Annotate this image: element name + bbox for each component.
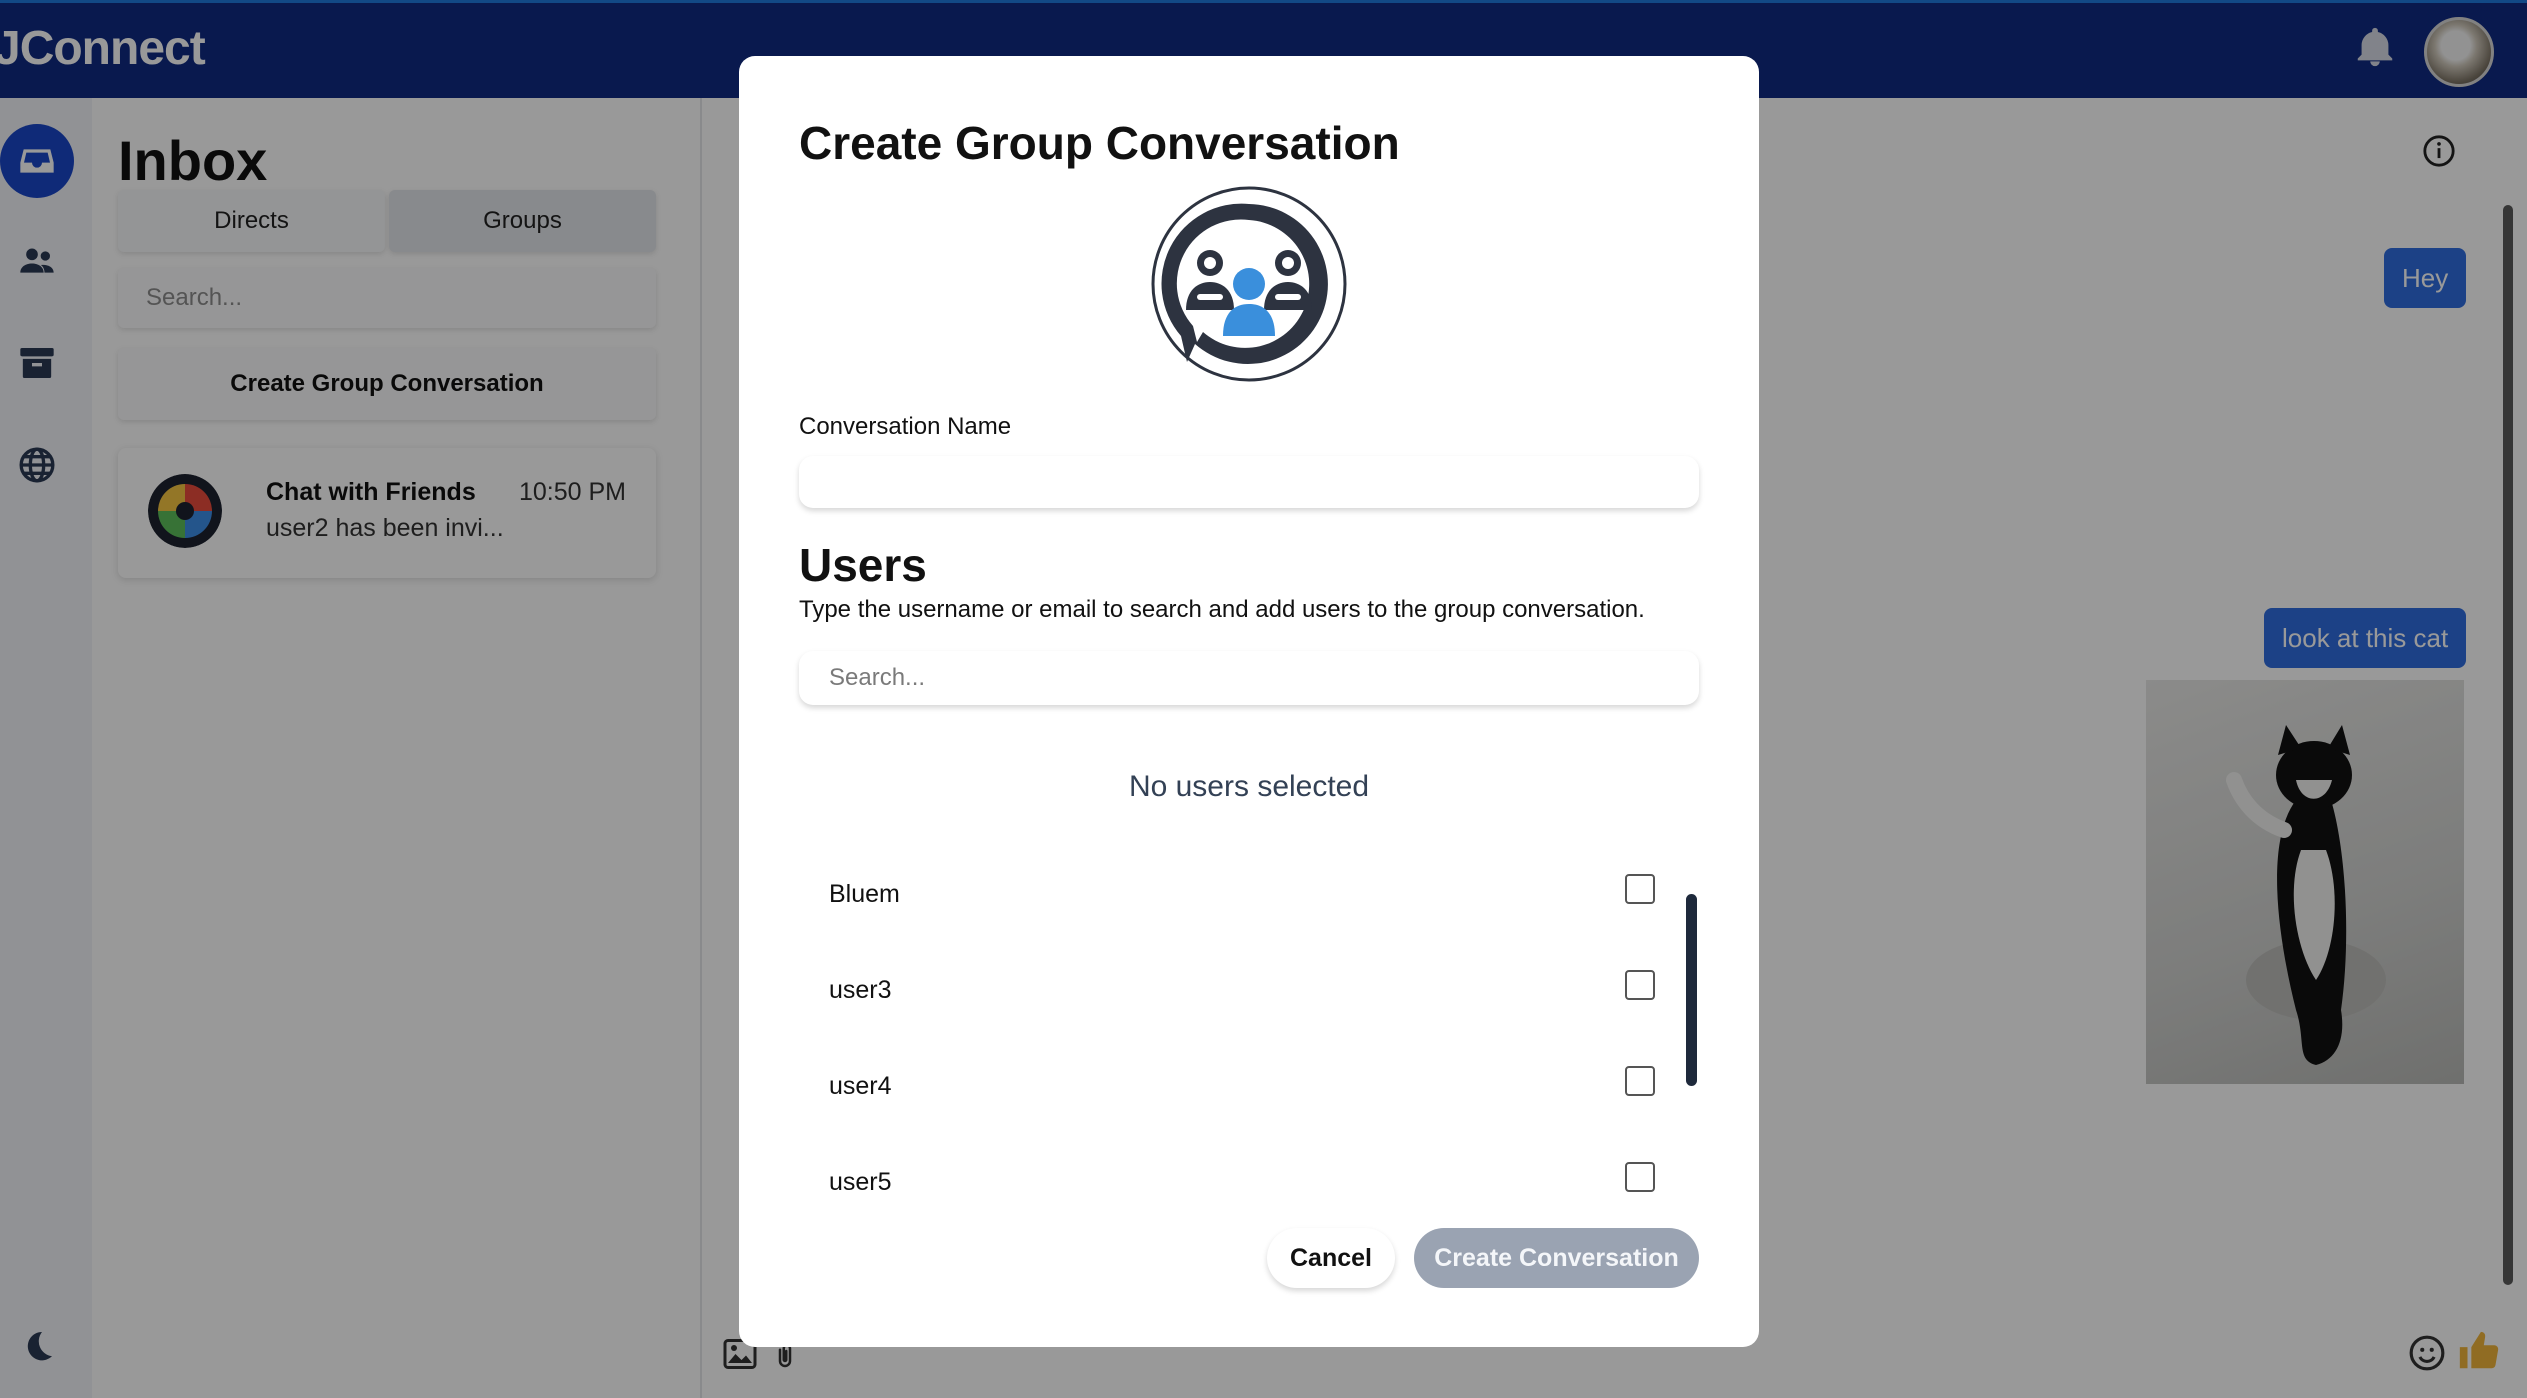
- users-heading: Users: [799, 539, 927, 591]
- conversation-name-label: Conversation Name: [799, 413, 1012, 440]
- user-list: Bluem user3 user4 user5: [799, 846, 1699, 1266]
- group-conversation-icon: [1151, 186, 1347, 382]
- create-conversation-button[interactable]: Create Conversation: [1414, 1228, 1699, 1288]
- user-list-scrollbar[interactable]: [1686, 894, 1697, 1086]
- table-row[interactable]: user4: [799, 1038, 1679, 1134]
- table-row[interactable]: user5: [799, 1134, 1679, 1230]
- user-name: Bluem: [829, 880, 900, 908]
- user-checkbox[interactable]: [1625, 874, 1655, 904]
- conversation-name-input[interactable]: [799, 456, 1699, 508]
- modal-title: Create Group Conversation: [799, 117, 1400, 169]
- user-search-input[interactable]: [799, 651, 1699, 705]
- user-name: user5: [829, 1168, 892, 1196]
- user-checkbox[interactable]: [1625, 1066, 1655, 1096]
- user-checkbox[interactable]: [1625, 1162, 1655, 1192]
- user-name: user3: [829, 976, 892, 1004]
- table-row[interactable]: Bluem: [799, 846, 1679, 942]
- users-description: Type the username or email to search and…: [799, 596, 1645, 623]
- no-users-selected-text: No users selected: [1128, 770, 1370, 803]
- create-group-modal: Create Group Conversation Conversation N…: [739, 56, 1759, 1347]
- cancel-button[interactable]: Cancel: [1267, 1228, 1395, 1288]
- user-name: user4: [829, 1072, 892, 1100]
- table-row[interactable]: user3: [799, 942, 1679, 1038]
- user-checkbox[interactable]: [1625, 970, 1655, 1000]
